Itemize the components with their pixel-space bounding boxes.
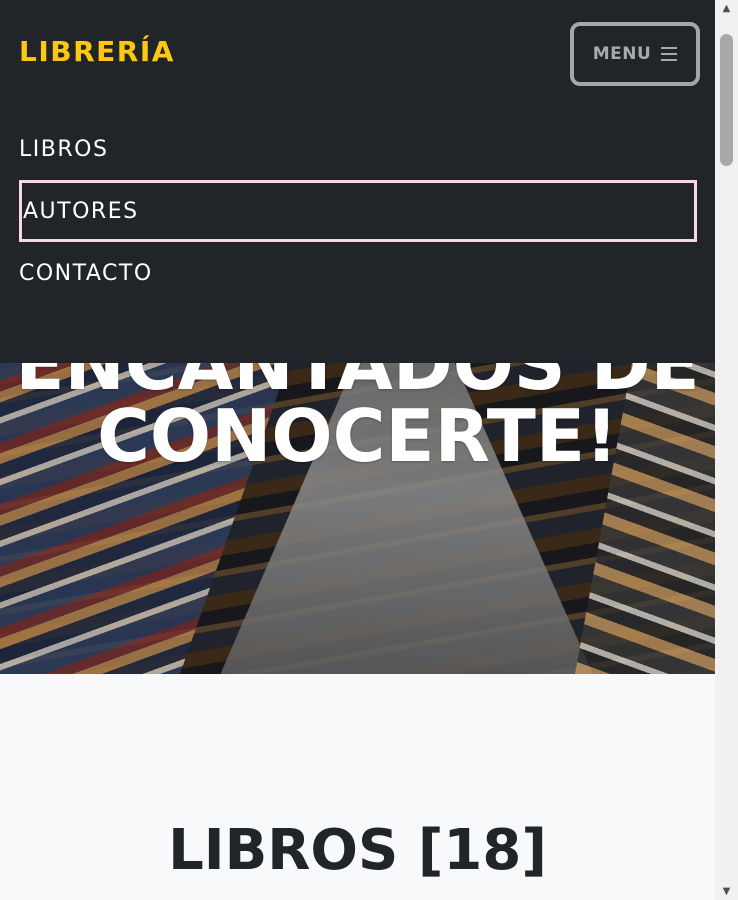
nav-links: LIBROS AUTORES CONTACTO xyxy=(19,118,697,304)
scroll-down-arrow-icon[interactable]: ▼ xyxy=(715,883,738,900)
scroll-up-arrow-icon[interactable]: ▲ xyxy=(715,0,738,17)
books-section-title: LIBROS [18] xyxy=(168,818,547,883)
scrollbar-thumb[interactable] xyxy=(720,34,733,166)
menu-label: MENU xyxy=(592,44,652,64)
menu-toggle-button[interactable]: MENU xyxy=(570,22,700,86)
nav-link-autores[interactable]: AUTORES xyxy=(19,180,697,242)
brand-logo[interactable]: LIBRERÍA xyxy=(19,35,175,68)
vertical-scrollbar[interactable]: ▲ ▼ xyxy=(715,0,738,900)
nav-link-libros[interactable]: LIBROS xyxy=(19,118,697,180)
nav-link-contacto[interactable]: CONTACTO xyxy=(19,242,697,304)
page: ENCANTADOS DE CONOCERTE! LIBRERÍA MENU L… xyxy=(0,0,715,900)
hamburger-icon xyxy=(661,47,678,61)
navbar: LIBRERÍA MENU LIBROS AUTORES CONTACTO xyxy=(0,0,715,363)
